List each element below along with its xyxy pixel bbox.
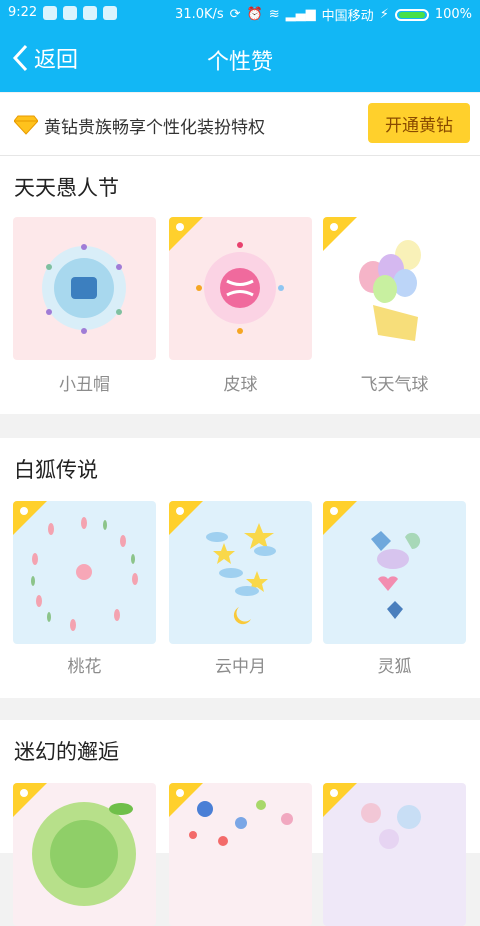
theme-label: 灵狐 — [377, 657, 412, 677]
theme-card-peach-blossom[interactable] — [13, 501, 156, 644]
theme-label: 云中月 — [215, 657, 266, 677]
wifi-icon: ≋ — [268, 7, 280, 22]
battery-percent: 100% — [434, 7, 472, 22]
sync-icon: ⟳ — [229, 7, 241, 22]
diamond-icon — [14, 115, 38, 135]
theme-card-ball[interactable] — [169, 217, 312, 360]
theme-label: 飞天气球 — [360, 375, 429, 395]
vip-corner-icon — [13, 783, 47, 817]
theme-card-balloons[interactable] — [323, 217, 466, 360]
section-title: 天天愚人节 — [14, 176, 119, 200]
vip-corner-icon — [13, 501, 47, 535]
theme-card-spirit-fox[interactable] — [323, 501, 466, 644]
promo-text: 黄钻贵族畅享个性化装扮特权 — [44, 118, 265, 138]
theme-card-clown-hat[interactable] — [13, 217, 156, 360]
section-april-fools: 天天愚人节 小丑帽 皮球 飞天气球 — [0, 156, 480, 414]
carrier-name: 中国移动 — [321, 9, 374, 24]
theme-card-green-wreath[interactable] — [13, 783, 156, 926]
theme-card-moon-in-clouds[interactable] — [169, 501, 312, 644]
section-white-fox: 白狐传说 桃花 云中月 灵狐 — [0, 438, 480, 698]
theme-label: 小丑帽 — [59, 375, 110, 395]
page-title: 个性赞 — [206, 50, 273, 75]
section-dreamy-encounter: 迷幻的邂逅 — [0, 720, 480, 926]
cloud-app-icon — [103, 5, 118, 20]
network-speed: 31.0K/s — [175, 7, 224, 22]
vip-corner-icon — [323, 501, 357, 535]
battery-icon — [394, 8, 429, 21]
vip-promo-bar: 黄钻贵族畅享个性化装扮特权 开通黄钻 — [0, 93, 480, 156]
signal-icon: ▂▄▆ — [285, 7, 316, 22]
section-title: 迷幻的邂逅 — [14, 740, 119, 764]
vip-corner-icon — [169, 501, 203, 535]
nav-bar: 返回 个性赞 — [0, 28, 480, 92]
vip-corner-icon — [169, 783, 203, 817]
theme-label: 桃花 — [67, 657, 102, 677]
theme-card-bear[interactable] — [323, 783, 466, 926]
alarm-icon: ⏰ — [246, 7, 263, 22]
security-app-icon — [43, 5, 58, 20]
theme-label: 皮球 — [223, 375, 258, 395]
charging-icon: ⚡ — [379, 7, 389, 22]
clown-hat-art — [42, 244, 126, 334]
vip-corner-icon — [323, 217, 357, 251]
globe-app-icon — [83, 5, 98, 20]
status-time: 9:22 — [8, 5, 38, 20]
section-title: 白狐传说 — [14, 458, 98, 482]
open-vip-button[interactable]: 开通黄钻 — [368, 103, 470, 143]
vip-corner-icon — [169, 217, 203, 251]
status-bar: 9:22 31.0K/s ⟳ ⏰ ≋ ▂▄▆ 中国移动 ⚡ 100% — [0, 0, 480, 28]
clipboard-app-icon — [63, 5, 78, 20]
theme-card-flowers[interactable] — [169, 783, 312, 926]
vip-corner-icon — [323, 783, 357, 817]
